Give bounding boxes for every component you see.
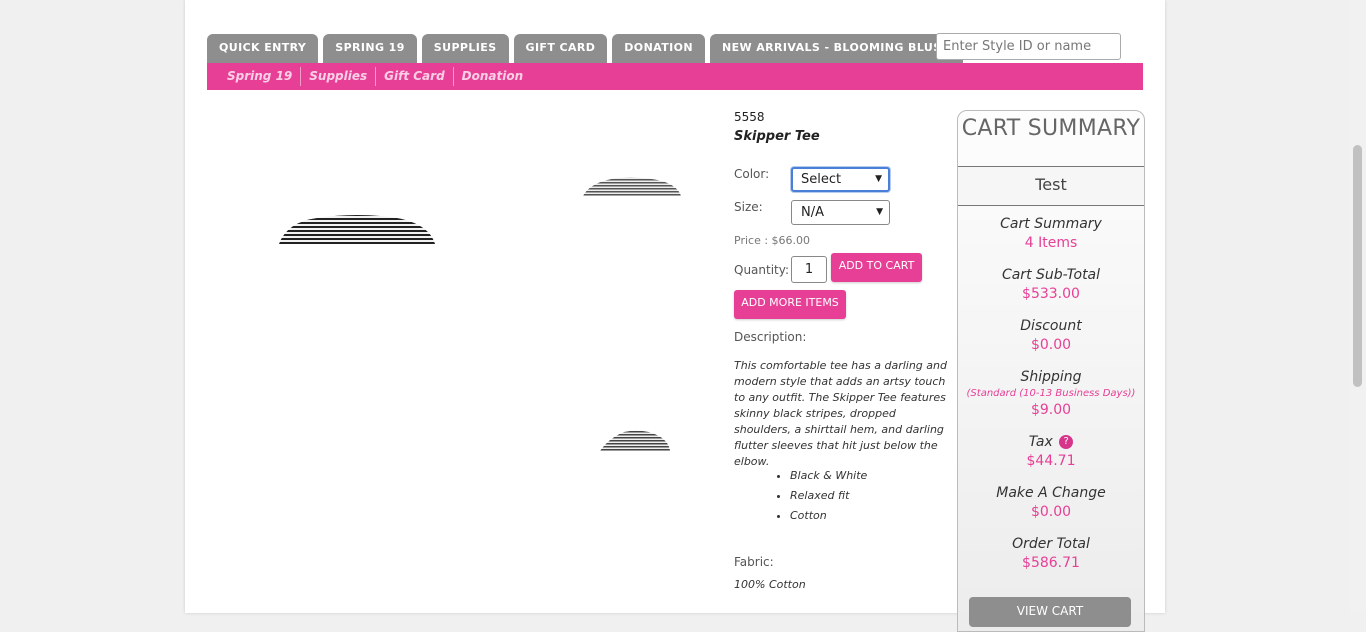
cart-user-name: Test [958, 166, 1144, 206]
tab-spring-19[interactable]: SPRING 19 [323, 34, 417, 63]
page-container: QUICK ENTRY SPRING 19 SUPPLIES GIFT CARD… [185, 0, 1165, 632]
cart-item-count: 4 Items [1024, 235, 1078, 251]
fabric-value: 100% Cotton [734, 578, 806, 591]
subnav-gift-card[interactable]: Gift Card [375, 67, 453, 86]
quantity-input[interactable]: 1 [791, 256, 827, 283]
subnav-spring-19[interactable]: Spring 19 [219, 67, 300, 86]
tax-row-label: Tax ? [958, 432, 1144, 452]
tab-new-arrivals[interactable]: NEW ARRIVALS - BLOOMING BLUSH [709, 34, 964, 63]
size-select-value: N/A [801, 205, 824, 220]
tab-gift-card[interactable]: GIFT CARD [513, 34, 608, 63]
product-main-image[interactable] [277, 214, 437, 246]
list-item: Black & White [790, 466, 867, 486]
view-cart-button[interactable]: VIEW CART [969, 597, 1131, 627]
chevron-down-icon: ▼ [875, 174, 882, 184]
product-price: Price : $66.00 [734, 234, 811, 247]
order-total-value: $586.71 [1022, 555, 1080, 571]
cart-summary-label: Cart Summary [1000, 216, 1102, 232]
discount-value: $0.00 [1030, 337, 1072, 353]
main-tabs: QUICK ENTRY SPRING 19 SUPPLIES GIFT CARD… [207, 34, 964, 63]
product-thumbnail[interactable] [599, 428, 671, 452]
order-total-label: Order Total [1012, 536, 1090, 552]
product-description: This comfortable tee has a darling and m… [734, 359, 947, 468]
subnav-supplies[interactable]: Supplies [300, 67, 375, 86]
product-name: Skipper Tee [734, 129, 820, 144]
size-select[interactable]: N/A ▼ [791, 200, 890, 225]
feature-list: Black & White Relaxed fit Cotton [734, 466, 867, 526]
cart-summary-panel: CART SUMMARY Test Cart Summary 4 Items C… [957, 110, 1145, 632]
description-label: Description: [734, 330, 807, 344]
page-scrollbar[interactable] [1349, 0, 1366, 613]
color-select-value: Select [801, 172, 842, 187]
style-id: 5558 [734, 110, 765, 124]
product-thumbnail[interactable] [582, 176, 682, 198]
subnav-donation[interactable]: Donation [452, 67, 531, 86]
tab-donation[interactable]: DONATION [612, 34, 705, 63]
fabric-label: Fabric: [734, 555, 774, 569]
add-to-cart-button[interactable]: ADD TO CART [831, 253, 922, 282]
quantity-label: Quantity: [734, 263, 790, 277]
add-more-items-button[interactable]: ADD MORE ITEMS [734, 290, 846, 319]
discount-label: Discount [1020, 318, 1082, 334]
list-item: Cotton [790, 506, 867, 526]
tab-quick-entry[interactable]: QUICK ENTRY [207, 34, 319, 63]
help-icon[interactable]: ? [1059, 435, 1074, 449]
shipping-value: $9.00 [1030, 402, 1072, 418]
make-change-value: $0.00 [1030, 504, 1072, 520]
tax-value: $44.71 [1026, 453, 1076, 469]
cart-summary-title: CART SUMMARY [961, 116, 1141, 141]
sub-navigation: Spring 19 Supplies Gift Card Donation [207, 63, 1143, 90]
shipping-method: (Standard (10-13 Business Days)) [966, 388, 1136, 399]
list-item: Relaxed fit [790, 486, 867, 506]
color-select[interactable]: Select ▼ [791, 167, 890, 192]
make-change-label: Make A Change [996, 485, 1106, 501]
chevron-down-icon: ▼ [876, 207, 883, 217]
subtotal-value: $533.00 [1022, 286, 1080, 302]
scrollbar-thumb[interactable] [1353, 145, 1362, 387]
color-label: Color: [734, 167, 770, 181]
shipping-label: Shipping [1020, 369, 1082, 385]
tab-supplies[interactable]: SUPPLIES [421, 34, 509, 63]
subtotal-label: Cart Sub-Total [1001, 267, 1101, 283]
size-label: Size: [734, 200, 763, 214]
style-search-input[interactable] [936, 33, 1121, 60]
tax-label: Tax [1028, 434, 1053, 450]
